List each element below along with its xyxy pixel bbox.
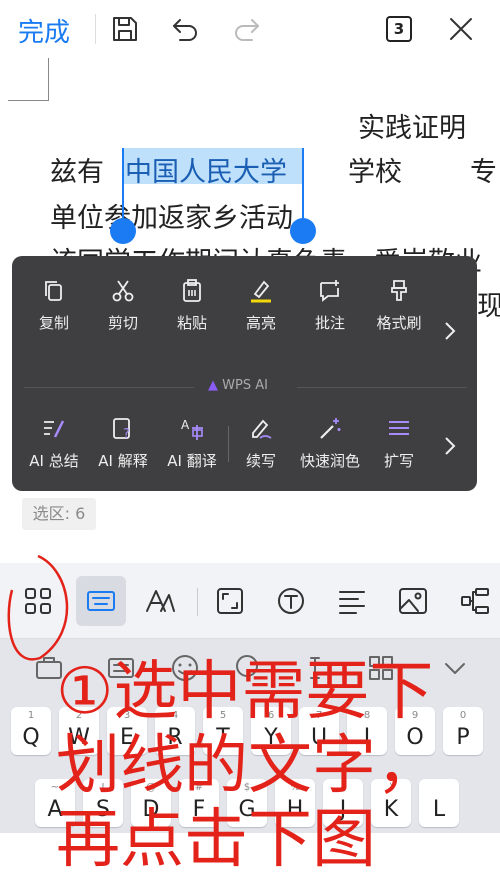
wps-ai-label: ▲ WPS AI [208, 378, 268, 393]
menu-item-label: 格式刷 [376, 314, 422, 332]
annotation-text-line1: ①选中需要下 [56, 655, 434, 729]
menu-item-expand[interactable]: 扩写 [367, 416, 431, 471]
highlight-icon [251, 280, 271, 303]
doc-line2-school: 学校 [348, 157, 402, 188]
selection-end-handle[interactable] [290, 218, 316, 244]
doc-line2-tail: 专 [470, 157, 497, 188]
menu-item-paste[interactable]: 粘贴 [160, 278, 224, 333]
save-icon[interactable] [108, 12, 142, 46]
format-brush-icon [391, 280, 407, 301]
menu-item-label: 复制 [38, 314, 69, 332]
annotation-circle [7, 554, 69, 661]
selected-text[interactable]: 中国人民大学 [125, 150, 287, 189]
key-p[interactable]: 0P [443, 707, 483, 755]
magic-wand-icon [320, 418, 341, 439]
copy-icon [45, 281, 62, 301]
ai-divider [24, 387, 194, 388]
selection-context-menu: 复制 剪切 粘贴 高亮 批注 格式刷 ▲ WPS AI AI 总结 ? AI 解… [12, 256, 477, 491]
menu-item-label: 高亮 [245, 314, 276, 332]
selection-start-bar [122, 148, 124, 220]
menu-item-comment[interactable]: 批注 [298, 278, 362, 333]
menu-item-label: 扩写 [383, 452, 414, 470]
menu-item-label: 快速润色 [299, 452, 360, 470]
menu-item-label: 粘贴 [176, 314, 207, 332]
key-secondary-label: 1 [27, 710, 35, 721]
toolbar-divider [95, 14, 96, 44]
annotation-text-line3: 再点击下图 [56, 803, 376, 877]
paste-icon [183, 279, 201, 302]
key-label: P [456, 725, 470, 750]
menu-item-ai-translate[interactable]: A AI 翻译 [160, 416, 224, 471]
menu-item-continue-writing[interactable]: 续写 [229, 416, 293, 471]
key-secondary-label: 0 [459, 710, 467, 721]
top-toolbar: 完成 3 [0, 0, 500, 58]
close-icon[interactable] [444, 12, 478, 46]
menu-item-quick-polish[interactable]: 快速润色 [298, 416, 362, 471]
ai-summary-icon [44, 420, 65, 438]
chevron-right-icon[interactable] [440, 431, 460, 461]
doc-line2-prefix: 兹有 [50, 157, 104, 188]
key-q[interactable]: 1Q [11, 707, 51, 755]
menu-item-format-brush[interactable]: 格式刷 [367, 278, 431, 333]
selection-end-bar [302, 148, 304, 220]
comment-icon [320, 280, 339, 302]
key-label: Q [22, 725, 40, 750]
menu-item-label: AI 翻译 [167, 452, 217, 470]
page-count-icon[interactable]: 3 [386, 16, 412, 42]
ai-explain-icon: ? [113, 418, 130, 442]
menu-item-label: AI 总结 [29, 452, 79, 470]
menu-item-ai-explain[interactable]: ? AI 解释 [91, 416, 155, 471]
menu-item-label: 剪切 [107, 314, 138, 332]
ai-divider [297, 387, 467, 388]
doc-line-title: 实践证明 [358, 113, 466, 144]
menu-item-highlight[interactable]: 高亮 [229, 278, 293, 333]
scissors-icon [112, 280, 134, 302]
menu-item-ai-summary[interactable]: AI 总结 [22, 416, 86, 471]
collapse-icon[interactable] [440, 653, 470, 683]
align-icon[interactable] [334, 583, 370, 619]
redo-icon[interactable] [230, 12, 264, 46]
menu-item-copy[interactable]: 复制 [22, 278, 86, 333]
selection-start-handle[interactable] [110, 218, 136, 244]
undo-icon[interactable] [168, 12, 202, 46]
text-box-icon[interactable] [273, 583, 309, 619]
menu-item-label: 续写 [245, 452, 276, 470]
text-style-icon[interactable] [142, 583, 178, 619]
wps-ai-text: WPS AI [222, 378, 268, 393]
wps-ai-logo-icon: ▲ [208, 378, 223, 393]
image-icon[interactable] [395, 583, 431, 619]
format-divider [197, 588, 198, 616]
menu-item-label: AI 解释 [98, 452, 148, 470]
menu-item-label: 批注 [314, 314, 345, 332]
selection-count-badge: 选区: 6 [22, 498, 96, 530]
svg-text:?: ? [123, 427, 130, 442]
annotation-text-line2: 划线的文字， [56, 729, 440, 803]
ai-translate-icon: A [181, 418, 203, 440]
svg-text:A: A [181, 418, 190, 432]
continue-writing-icon [252, 419, 272, 439]
doc-line3: 单位参加返家乡活动。 [50, 203, 320, 234]
done-button[interactable]: 完成 [18, 12, 70, 49]
menu-item-cut[interactable]: 剪切 [91, 278, 155, 333]
page-corner-mark [8, 58, 49, 101]
chevron-right-icon[interactable] [440, 316, 460, 346]
expand-icon [389, 421, 409, 435]
more-options-icon[interactable] [458, 583, 494, 619]
crop-icon[interactable] [212, 583, 248, 619]
